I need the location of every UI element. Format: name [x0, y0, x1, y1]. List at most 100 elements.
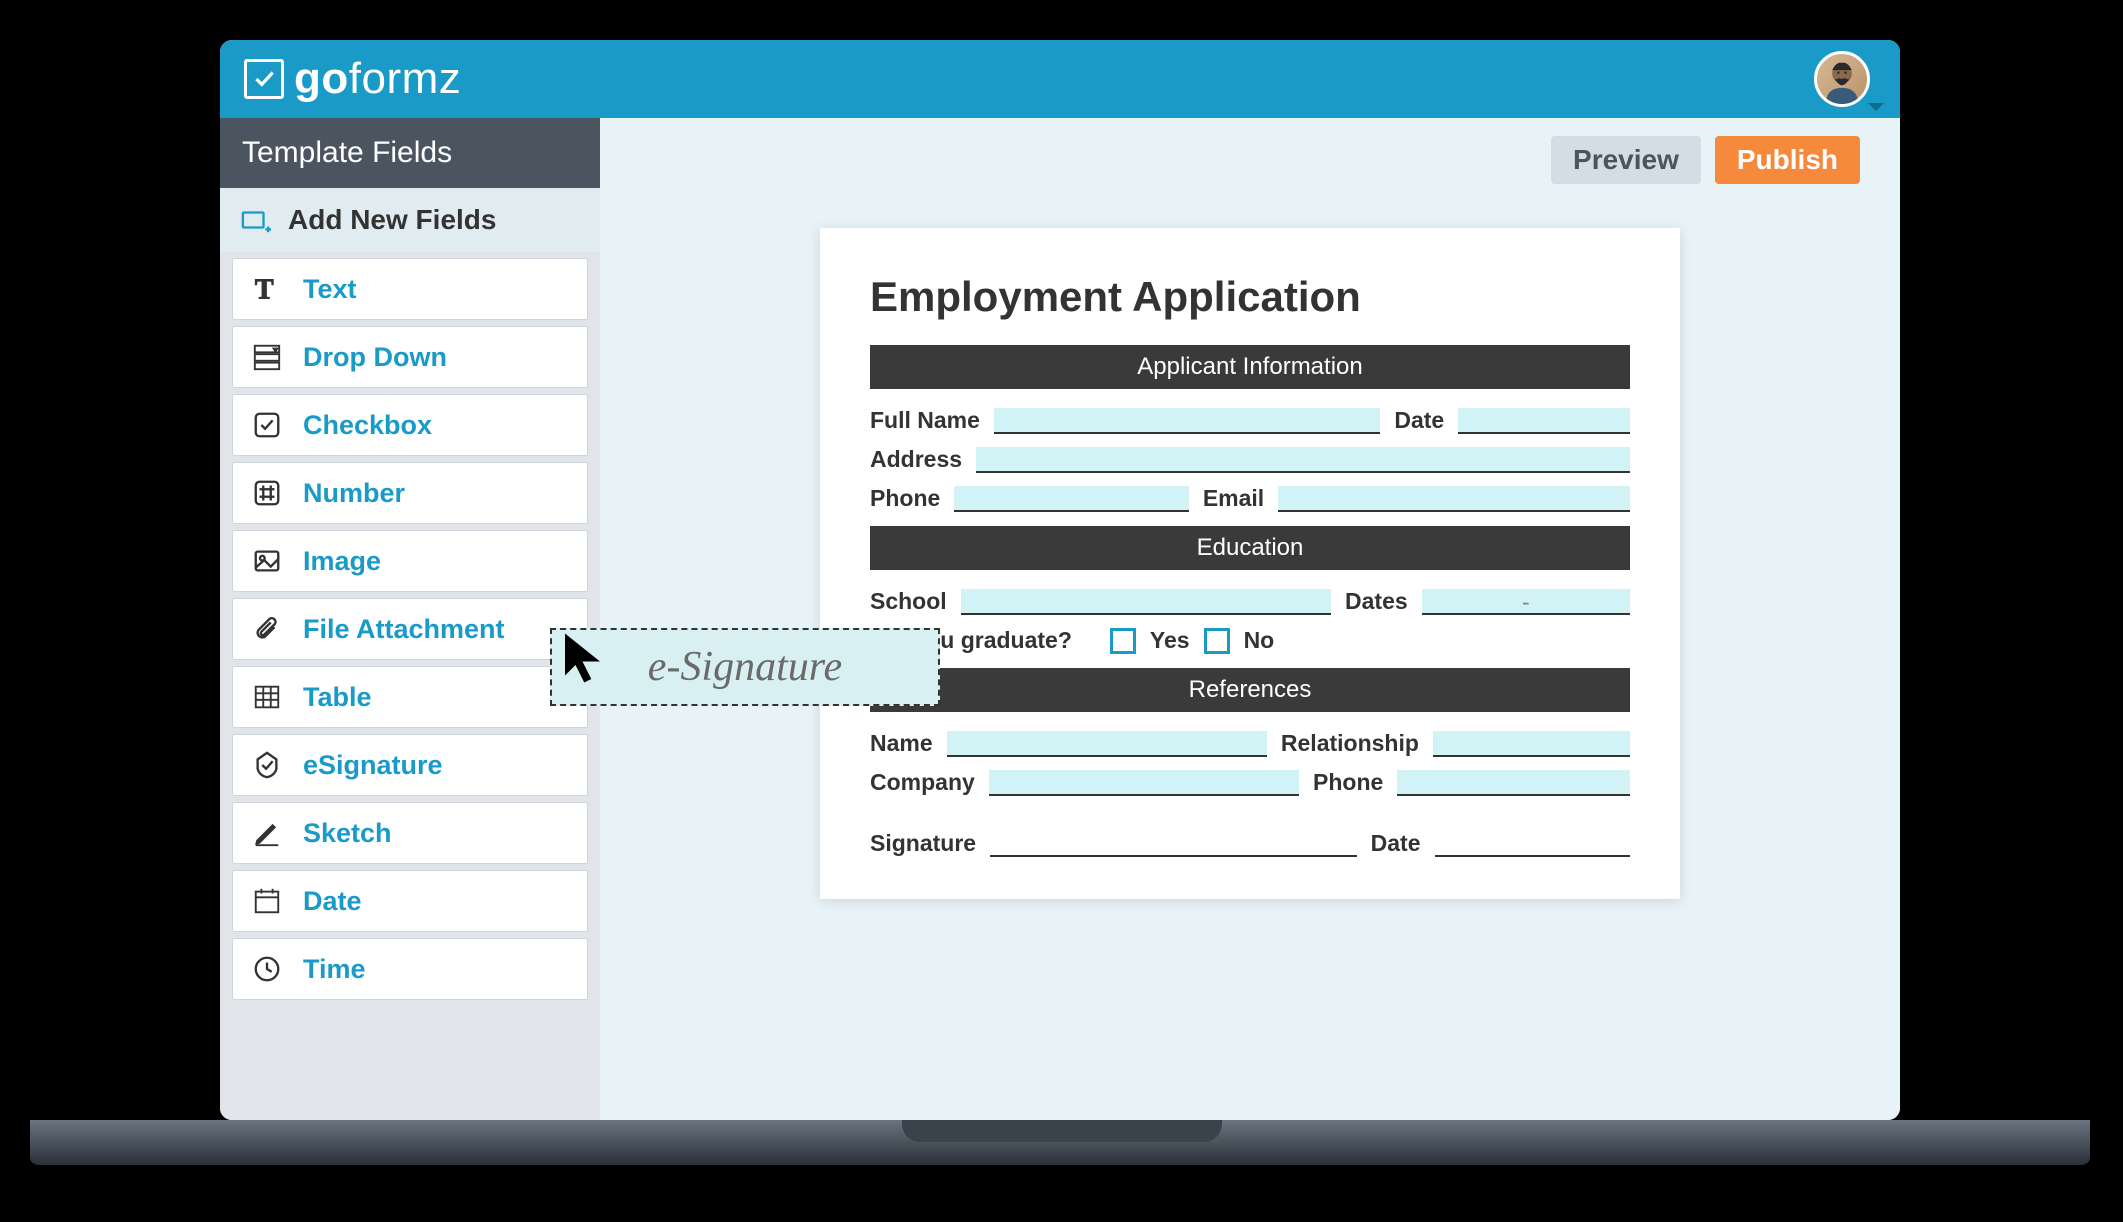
time-icon	[249, 951, 285, 987]
document-preview[interactable]: Employment Application Applicant Informa…	[820, 228, 1680, 899]
input-date[interactable]	[1458, 408, 1630, 434]
label-address: Address	[870, 446, 962, 473]
field-type-image[interactable]: Image	[232, 530, 588, 592]
label-refname: Name	[870, 730, 933, 757]
input-email[interactable]	[1278, 486, 1630, 512]
input-dates[interactable]: -	[1422, 589, 1630, 615]
preview-button[interactable]: Preview	[1551, 136, 1701, 184]
app-body: Template Fields Add New Fields T	[220, 118, 1900, 1120]
user-avatar	[1814, 51, 1870, 107]
input-sigdate[interactable]	[1435, 831, 1631, 857]
brand-prefix: go	[294, 54, 349, 103]
label-company: Company	[870, 769, 975, 796]
label-date: Date	[1394, 407, 1444, 434]
field-type-time[interactable]: Time	[232, 938, 588, 1000]
brand-logo-text: goformz	[294, 54, 461, 104]
field-type-label: Time	[303, 954, 366, 985]
label-sigdate: Date	[1371, 830, 1421, 857]
field-type-label: Checkbox	[303, 410, 432, 441]
checkbox-no[interactable]	[1204, 628, 1230, 654]
row-name-relationship: Name Relationship	[870, 730, 1630, 757]
action-bar: Preview Publish	[1551, 136, 1860, 184]
input-relationship[interactable]	[1433, 731, 1630, 757]
label-refphone: Phone	[1313, 769, 1383, 796]
label-email: Email	[1203, 485, 1264, 512]
row-school-dates: School Dates -	[870, 588, 1630, 615]
label-signature: Signature	[870, 830, 976, 857]
field-type-date[interactable]: Date	[232, 870, 588, 932]
add-new-fields-label: Add New Fields	[288, 204, 496, 236]
row-signature: Signature Date	[870, 830, 1630, 857]
field-type-text[interactable]: T Text	[232, 258, 588, 320]
field-type-label: Table	[303, 682, 372, 713]
label-yes: Yes	[1150, 627, 1190, 654]
section-applicant-info: Applicant Information	[870, 345, 1630, 389]
field-type-label: File Attachment	[303, 614, 505, 645]
attachment-icon	[249, 611, 285, 647]
checkbox-icon	[249, 407, 285, 443]
field-type-table[interactable]: Table	[232, 666, 588, 728]
field-type-file-attachment[interactable]: File Attachment	[232, 598, 588, 660]
field-type-checkbox[interactable]: Checkbox	[232, 394, 588, 456]
field-type-number[interactable]: Number	[232, 462, 588, 524]
document-title: Employment Application	[870, 273, 1630, 321]
field-type-label: Date	[303, 886, 362, 917]
section-references: References	[870, 668, 1630, 712]
section-education: Education	[870, 526, 1630, 570]
label-graduate: Did you graduate?	[870, 627, 1072, 654]
input-refname[interactable]	[947, 731, 1267, 757]
laptop-notch	[902, 1120, 1222, 1142]
label-phone: Phone	[870, 485, 940, 512]
row-phone-email: Phone Email	[870, 485, 1630, 512]
row-company-phone: Company Phone	[870, 769, 1630, 796]
add-new-fields[interactable]: Add New Fields	[220, 188, 600, 252]
svg-text:T: T	[255, 274, 274, 304]
text-icon: T	[249, 271, 285, 307]
sidebar-title: Template Fields	[220, 118, 600, 188]
row-address: Address	[870, 446, 1630, 473]
field-type-sketch[interactable]: Sketch	[232, 802, 588, 864]
image-icon	[249, 543, 285, 579]
number-icon	[249, 475, 285, 511]
laptop-frame: goformz	[160, 0, 1960, 1120]
app-header: goformz	[220, 40, 1900, 118]
label-dates: Dates	[1345, 588, 1408, 615]
label-school: School	[870, 588, 947, 615]
field-type-label: eSignature	[303, 750, 443, 781]
sketch-icon	[249, 815, 285, 851]
user-menu[interactable]	[1814, 51, 1870, 107]
input-school[interactable]	[961, 589, 1331, 615]
field-type-label: Image	[303, 546, 381, 577]
canvas: Preview Publish Employment Application A…	[600, 118, 1900, 1120]
field-type-label: Text	[303, 274, 357, 305]
chevron-down-icon	[1868, 103, 1884, 111]
input-refphone[interactable]	[1397, 770, 1630, 796]
table-icon	[249, 679, 285, 715]
field-type-label: Sketch	[303, 818, 392, 849]
add-field-icon	[238, 202, 274, 238]
field-type-dropdown[interactable]: Drop Down	[232, 326, 588, 388]
brand-logo[interactable]: goformz	[244, 54, 461, 104]
row-graduate: Did you graduate? Yes No	[870, 627, 1630, 654]
dropdown-icon	[249, 339, 285, 375]
field-type-esignature[interactable]: eSignature	[232, 734, 588, 796]
date-icon	[249, 883, 285, 919]
row-fullname-date: Full Name Date	[870, 407, 1630, 434]
label-relationship: Relationship	[1281, 730, 1419, 757]
sidebar: Template Fields Add New Fields T	[220, 118, 600, 1120]
publish-button[interactable]: Publish	[1715, 136, 1860, 184]
label-fullname: Full Name	[870, 407, 980, 434]
field-type-list: T Text Drop Down Checkb	[220, 252, 600, 1006]
brand-logo-mark	[244, 59, 284, 99]
input-signature[interactable]	[990, 831, 1357, 857]
input-phone[interactable]	[954, 486, 1189, 512]
input-company[interactable]	[989, 770, 1299, 796]
field-type-label: Drop Down	[303, 342, 447, 373]
input-address[interactable]	[976, 447, 1630, 473]
input-fullname[interactable]	[994, 408, 1380, 434]
brand-suffix: formz	[349, 54, 462, 103]
app-screen: goformz	[220, 40, 1900, 1120]
field-type-label: Number	[303, 478, 405, 509]
label-no: No	[1244, 627, 1275, 654]
checkbox-yes[interactable]	[1110, 628, 1136, 654]
